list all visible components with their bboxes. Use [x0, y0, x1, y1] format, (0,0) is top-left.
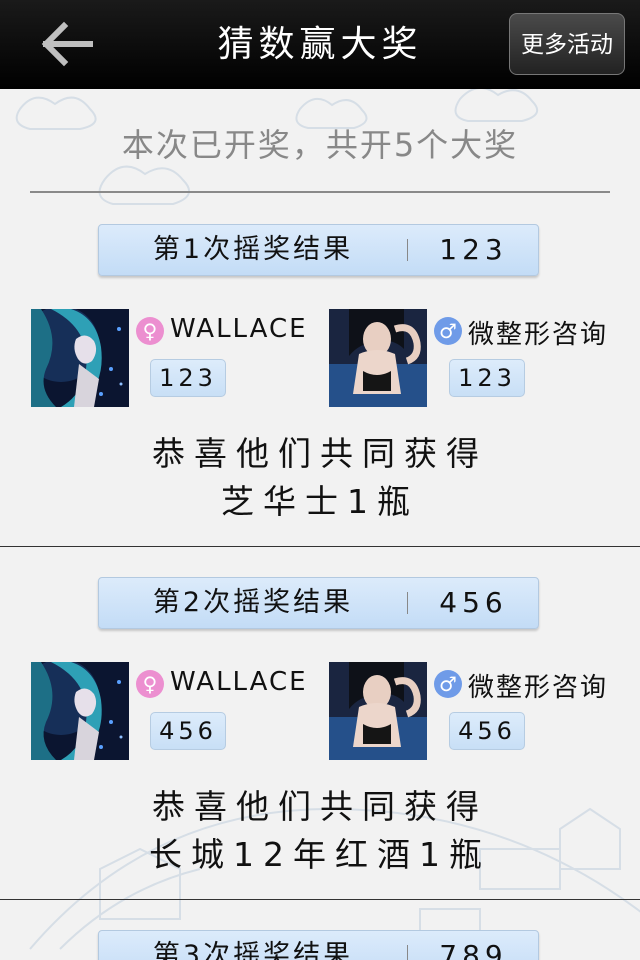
section-divider — [0, 546, 640, 547]
guess-number: 456 — [150, 712, 226, 750]
winning-number: 123 — [439, 233, 508, 266]
draw-result-section: 第1次摇奖结果 123 ♀ WALLACE 123 ♂ 微整形咨询 123 恭喜… — [0, 224, 640, 577]
divider — [407, 592, 408, 614]
avatar[interactable] — [31, 662, 129, 760]
male-icon: ♂ — [434, 317, 462, 345]
result-label: 第3次摇奖结果 — [152, 940, 354, 960]
divider — [30, 191, 610, 193]
winning-number: 789 — [439, 939, 508, 960]
draw-result-section: 第2次摇奖结果 456 ♀ WALLACE 456 ♂ 微整形咨询 456 恭喜… — [0, 577, 640, 930]
female-icon: ♀ — [136, 670, 164, 698]
congrats-text: 恭喜他们共同获得 — [152, 434, 488, 473]
guess-number: 456 — [449, 712, 525, 750]
guess-number: 123 — [449, 359, 525, 397]
congrats-text: 恭喜他们共同获得 — [152, 787, 488, 826]
male-icon: ♂ — [434, 670, 462, 698]
section-divider — [0, 899, 640, 900]
result-bar: 第3次摇奖结果 789 — [98, 930, 539, 960]
prize-text: 芝华士1瓶 — [221, 482, 419, 521]
username[interactable]: WALLACE — [170, 314, 308, 344]
guess-number: 123 — [150, 359, 226, 397]
result-bar: 第2次摇奖结果 456 — [98, 577, 539, 629]
avatar[interactable] — [31, 309, 129, 407]
result-bar: 第1次摇奖结果 123 — [98, 224, 539, 276]
draw-result-section: 第3次摇奖结果 789 — [0, 930, 640, 960]
more-activities-button[interactable]: 更多活动 — [509, 13, 625, 75]
prize-text: 长城12年红酒1瓶 — [149, 835, 491, 874]
result-label: 第1次摇奖结果 — [152, 234, 354, 265]
avatar[interactable] — [329, 662, 427, 760]
result-label: 第2次摇奖结果 — [152, 587, 354, 618]
username[interactable]: 微整形咨询 — [468, 667, 608, 704]
avatar[interactable] — [329, 309, 427, 407]
divider — [407, 239, 408, 261]
draw-summary: 本次已开奖，共开5个大奖 — [121, 126, 519, 164]
username[interactable]: WALLACE — [170, 667, 308, 697]
divider — [407, 945, 408, 960]
top-bar: 猜数赢大奖 更多活动 — [0, 0, 640, 89]
female-icon: ♀ — [136, 317, 164, 345]
username[interactable]: 微整形咨询 — [468, 314, 608, 351]
winning-number: 456 — [439, 586, 508, 619]
